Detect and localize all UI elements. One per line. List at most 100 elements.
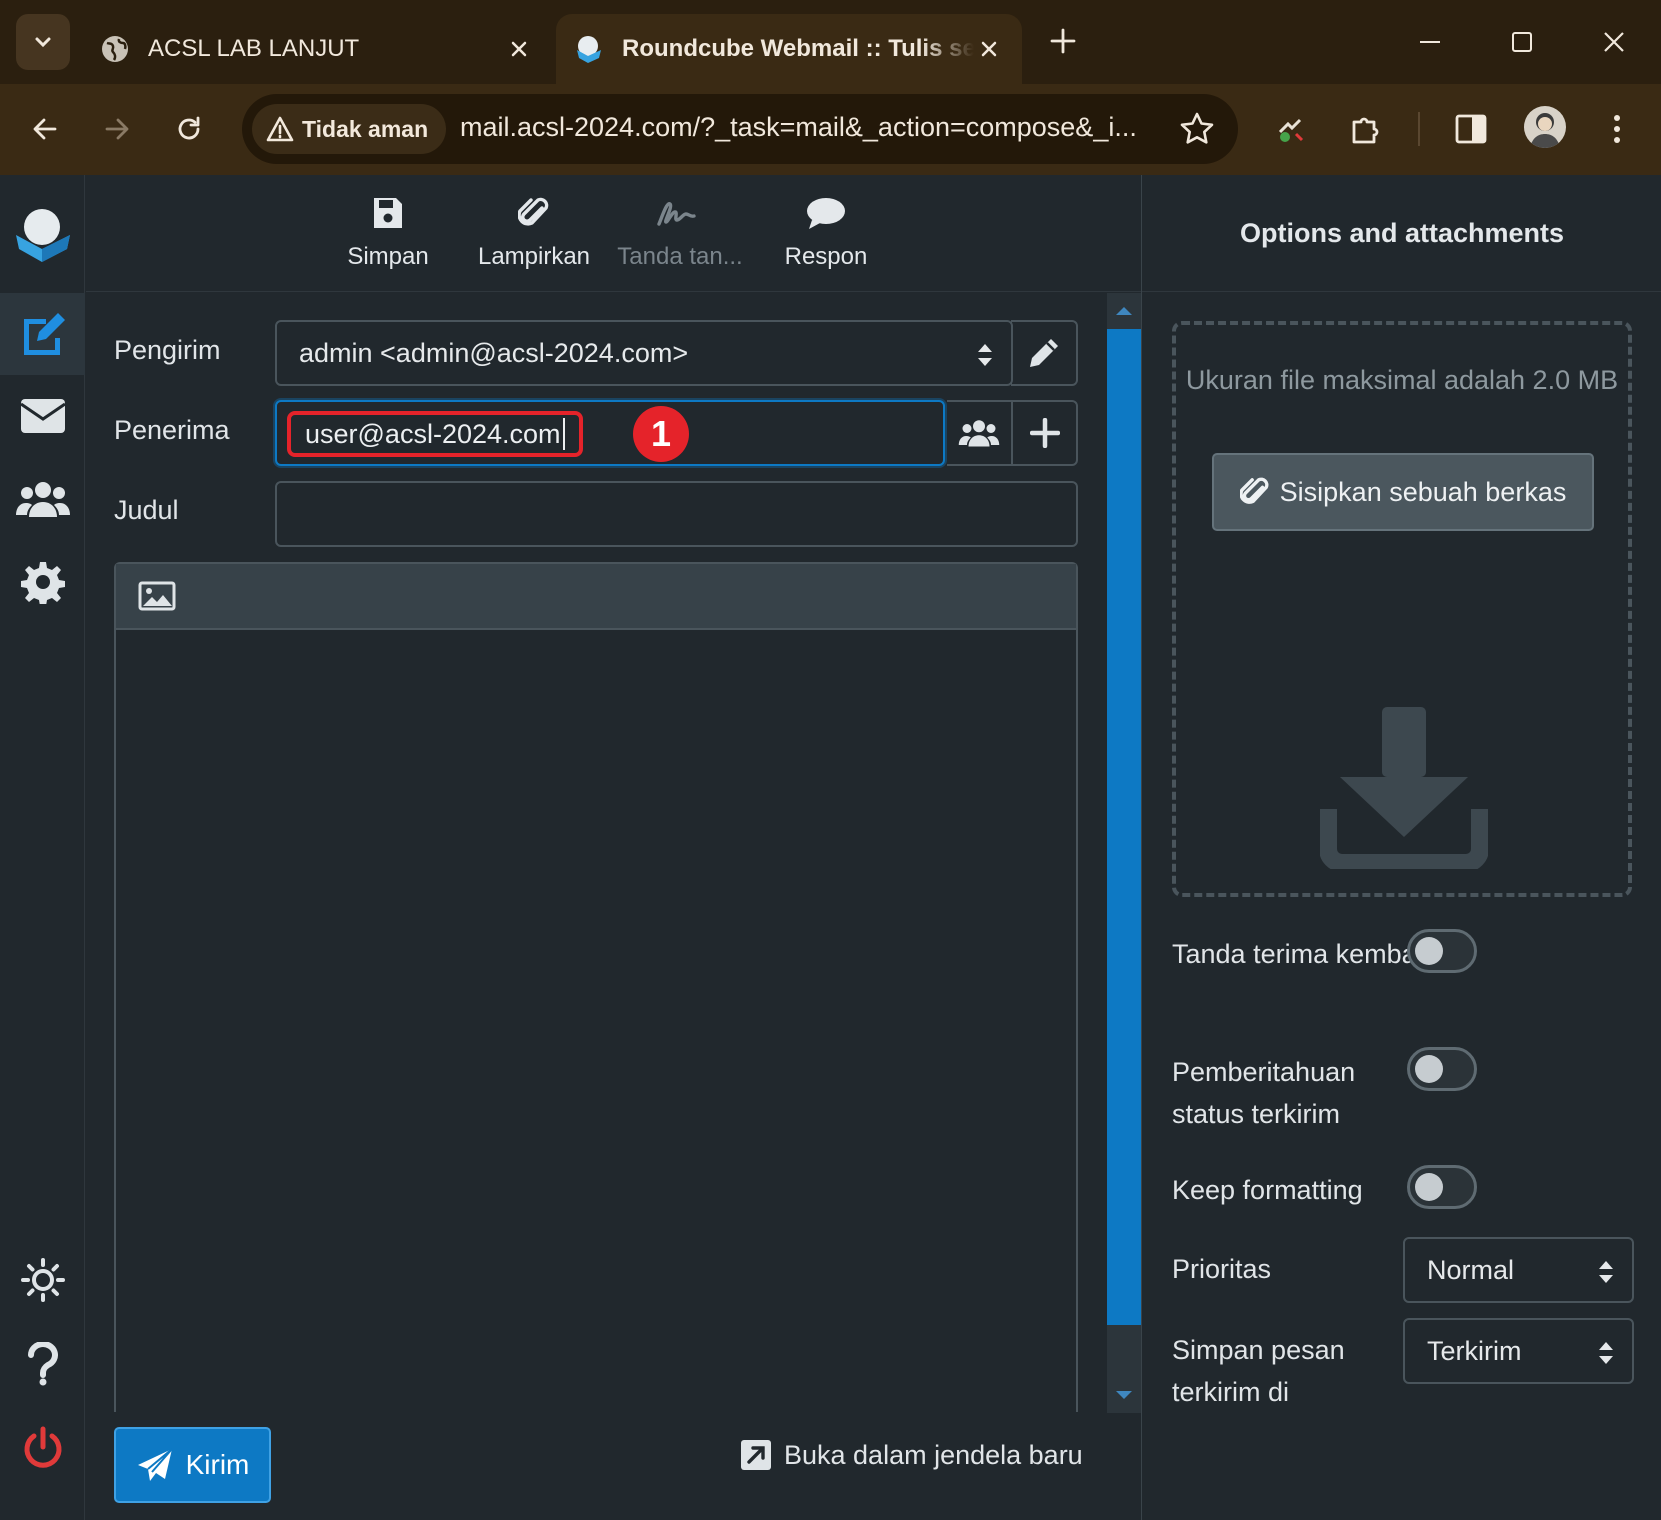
save-icon [374,198,402,228]
close-window-button[interactable] [1594,22,1634,62]
priority-value: Normal [1427,1254,1515,1285]
question-icon [27,1342,58,1386]
browser-tab-acsl[interactable]: ACSL LAB LANJUT [82,14,552,84]
chevron-down-icon [35,37,51,48]
insert-file-button[interactable]: Sisipkan sebuah berkas [1212,453,1594,531]
recipient-input[interactable]: user@acsl-2024.com 1 [275,400,945,466]
scroll-up-arrow[interactable] [1116,307,1132,315]
attach-button[interactable]: Lampirkan [464,193,604,271]
toggle-knob [1415,1173,1443,1201]
save-sent-select[interactable]: Terkirim [1403,1318,1634,1384]
tab-strip: ACSL LAB LANJUT Roundcube Webmail :: Tul… [0,0,1661,84]
reload-button[interactable] [166,106,212,152]
scrollbar-thumb[interactable] [1107,329,1141,1325]
dsn-toggle[interactable] [1407,1047,1477,1091]
recipient-highlight[interactable]: user@acsl-2024.com [287,411,583,457]
compose-scrollbar[interactable] [1107,293,1141,1413]
reload-icon [178,116,200,140]
globe-icon [102,36,128,62]
responses-button[interactable]: Respon [756,193,896,271]
sender-label: Pengirim [114,335,221,365]
nav-contacts[interactable] [0,458,85,540]
users-icon [958,420,1000,447]
extensions-menu-button[interactable] [1344,108,1386,150]
options-panel: Options and attachments Ukuran file maks… [1141,175,1661,1520]
maximize-window-button[interactable] [1502,22,1542,62]
users-icon [15,482,70,517]
signature-icon [657,202,696,226]
toolbar-divider [1418,112,1420,146]
nav-logout[interactable] [0,1407,85,1489]
select-arrows-icon [1599,1342,1613,1364]
envelope-icon [19,399,66,433]
subject-input[interactable] [275,481,1078,547]
subject-label: Judul [114,495,179,525]
roundcube-app: Simpan Lampirkan Tanda tan... Respon Pen… [0,175,1661,1520]
message-editor[interactable] [114,562,1078,1412]
minimize-window-button[interactable] [1410,22,1450,62]
sender-value: admin <admin@acsl-2024.com> [299,337,689,368]
priority-label: Prioritas [1172,1254,1272,1284]
close-tab-icon[interactable] [504,34,534,64]
user-avatar-icon [1530,113,1560,148]
close-tab-icon[interactable] [974,34,1004,64]
responses-label: Respon [784,243,868,270]
nav-theme-toggle[interactable] [0,1239,85,1321]
attachment-dropzone[interactable]: Ukuran file maksimal adalah 2.0 MB Sisip… [1172,321,1632,897]
send-button[interactable]: Kirim [114,1427,271,1503]
tab-search-button[interactable] [16,14,70,70]
edit-identity-button[interactable] [1011,320,1078,386]
browser-toolbar: Tidak aman mail.acsl-2024.com/?_task=mai… [0,84,1661,175]
open-new-window-label: Buka dalam jendela baru [784,1439,1083,1470]
extension-button[interactable] [1270,108,1312,150]
options-panel-title: Options and attachments [1142,175,1661,292]
nav-settings[interactable] [0,541,85,623]
nav-mail[interactable] [0,375,85,457]
compose-icon [23,313,65,355]
forward-button[interactable] [94,106,140,152]
nav-compose[interactable] [0,293,85,375]
save-sent-value: Terkirim [1427,1335,1522,1366]
annotation-badge: 1 [633,406,689,462]
keep-formatting-label: Keep formatting [1172,1175,1363,1205]
new-tab-button[interactable] [1046,24,1080,58]
browser-menu-button[interactable] [1596,108,1638,150]
attach-label: Lampirkan [477,243,591,270]
insert-file-label: Sisipkan sebuah berkas [1279,476,1567,507]
recipient-value: user@acsl-2024.com [305,418,561,449]
sun-icon [20,1258,65,1302]
plus-icon [1050,28,1076,54]
add-header-button[interactable] [1011,400,1078,466]
open-new-window-link[interactable]: Buka dalam jendela baru [740,1439,1083,1471]
priority-select[interactable]: Normal [1403,1237,1634,1303]
sender-select[interactable]: admin <admin@acsl-2024.com> [275,320,1013,386]
editor-toolbar [116,564,1076,630]
main-navigation [0,175,85,1520]
extension-sync-icon [1278,118,1304,142]
keep-formatting-toggle[interactable] [1407,1165,1477,1209]
url-text[interactable]: mail.acsl-2024.com/?_task=mail&_action=c… [460,112,1160,143]
save-button[interactable]: Simpan [318,193,458,271]
save-label: Simpan [347,243,429,270]
address-bar[interactable]: Tidak aman mail.acsl-2024.com/?_task=mai… [242,94,1238,164]
arrow-right-icon [105,118,129,140]
save-sent-label: Simpan pesan terkirim di [1172,1335,1345,1407]
tab-title: Roundcube Webmail :: Tulis sel [622,35,974,62]
puzzle-icon [1352,117,1379,144]
add-contact-button[interactable] [947,400,1013,466]
nav-help[interactable] [0,1323,85,1405]
roundcube-logo-icon[interactable] [14,205,72,263]
insert-image-icon[interactable] [138,581,176,611]
select-arrows-icon [978,344,992,366]
bookmark-star-icon[interactable] [1178,110,1216,148]
profile-avatar[interactable] [1524,106,1566,148]
back-button[interactable] [22,106,68,152]
browser-tab-roundcube[interactable]: Roundcube Webmail :: Tulis sel [556,14,1022,84]
security-chip[interactable]: Tidak aman [252,104,446,154]
side-panel-button[interactable] [1450,108,1492,150]
scroll-down-arrow[interactable] [1116,1391,1132,1399]
arrow-left-icon [33,118,57,140]
signature-button[interactable]: Tanda tan... [610,193,750,271]
speech-bubble-icon [807,198,845,229]
return-receipt-toggle[interactable] [1407,929,1477,973]
